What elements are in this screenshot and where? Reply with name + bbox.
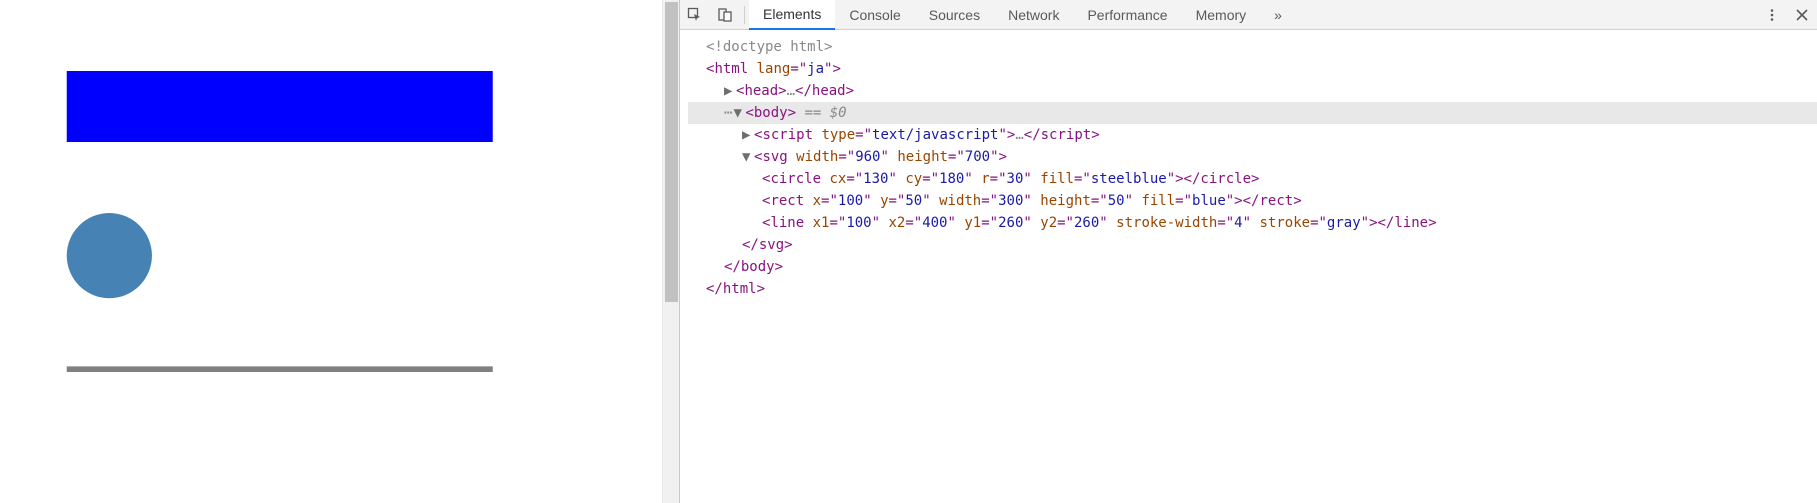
svg-rect (67, 71, 493, 142)
dom-html-open[interactable]: <html lang="ja"> (688, 58, 1817, 80)
scrollbar-track[interactable] (662, 0, 679, 503)
dom-html-close[interactable]: </html> (688, 278, 1817, 300)
dom-script[interactable]: ▶<script type="text/javascript">…</scrip… (688, 124, 1817, 146)
dom-tree[interactable]: <!doctype html> <html lang="ja"> ▶<head>… (680, 30, 1817, 503)
page-viewport (0, 0, 660, 503)
tab-elements[interactable]: Elements (749, 0, 835, 30)
devtools-tabbar: Elements Console Sources Network Perform… (680, 0, 1817, 30)
tab-more[interactable]: » (1260, 0, 1296, 30)
dom-svg-open[interactable]: ▼<svg width="960" height="700"> (688, 146, 1817, 168)
dom-rect[interactable]: <rect x="100" y="50" width="300" height=… (688, 190, 1817, 212)
tab-sources[interactable]: Sources (915, 0, 994, 30)
dom-svg-close[interactable]: </svg> (688, 234, 1817, 256)
tab-network[interactable]: Network (994, 0, 1073, 30)
kebab-menu-icon[interactable] (1757, 0, 1787, 30)
dom-body-open[interactable]: ⋯▼<body> == $0 (688, 102, 1817, 124)
dom-circle[interactable]: <circle cx="130" cy="180" r="30" fill="s… (688, 168, 1817, 190)
dom-body-close[interactable]: </body> (688, 256, 1817, 278)
tab-console[interactable]: Console (835, 0, 914, 30)
device-toolbar-icon[interactable] (710, 0, 740, 30)
devtools-panel: Elements Console Sources Network Perform… (679, 0, 1817, 503)
dom-head[interactable]: ▶<head>…</head> (688, 80, 1817, 102)
svg-circle (67, 213, 152, 298)
inspect-icon[interactable] (680, 0, 710, 30)
tabbar-separator (744, 6, 745, 24)
dom-doctype[interactable]: <!doctype html> (688, 36, 1817, 58)
svg-canvas (0, 0, 660, 503)
tab-memory[interactable]: Memory (1182, 0, 1261, 30)
dom-line-el[interactable]: <line x1="100" x2="400" y1="260" y2="260… (688, 212, 1817, 234)
tab-performance[interactable]: Performance (1073, 0, 1181, 30)
scrollbar-thumb[interactable] (665, 2, 678, 302)
close-icon[interactable] (1787, 0, 1817, 30)
